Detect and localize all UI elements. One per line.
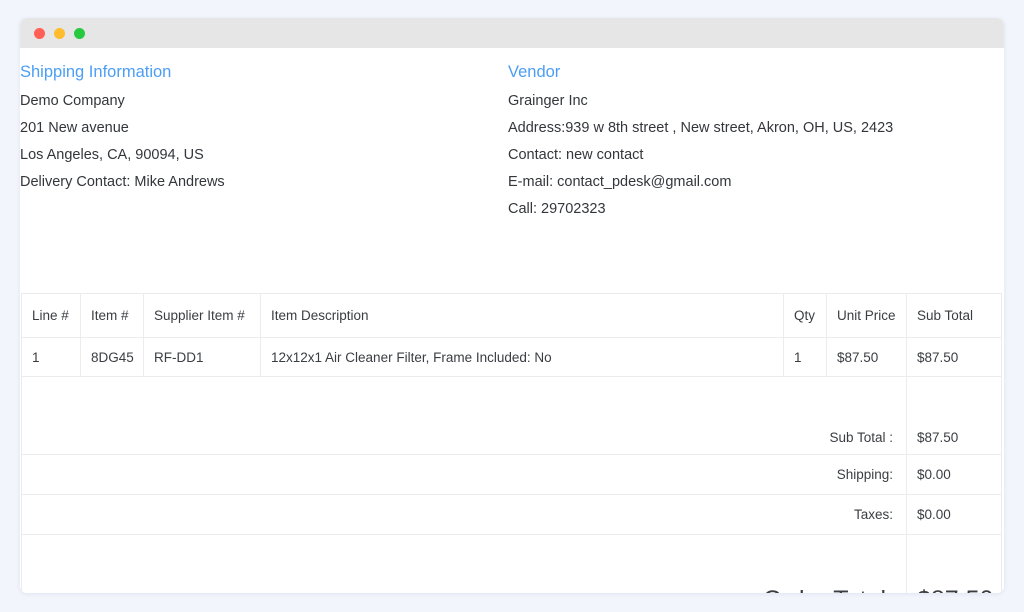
vendor-name: Grainger Inc (508, 88, 893, 115)
column-header-item-number: Item # (81, 294, 144, 338)
shipping-total-label: Shipping: (22, 455, 907, 495)
column-header-qty: Qty (784, 294, 827, 338)
vendor-information-block: Vendor Grainger Inc Address:939 w 8th st… (508, 60, 893, 223)
taxes-total-row: Taxes: $0.00 (22, 495, 1002, 535)
taxes-total-label: Taxes: (22, 495, 907, 535)
line-items-table-body: 1 8DG45 RF-DD1 12x12x1 Air Cleaner Filte… (22, 338, 1002, 594)
order-total-label: Order Total: (22, 535, 907, 594)
vendor-phone: Call: 29702323 (508, 196, 893, 223)
shipping-total-value: $0.00 (907, 455, 1002, 495)
shipping-delivery-contact: Delivery Contact: Mike Andrews (20, 169, 225, 196)
column-header-supplier-item: Supplier Item # (144, 294, 261, 338)
shipping-city-state-zip: Los Angeles, CA, 90094, US (20, 142, 225, 169)
cell-description: 12x12x1 Air Cleaner Filter, Frame Includ… (261, 338, 784, 377)
cell-qty: 1 (784, 338, 827, 377)
vendor-heading: Vendor (508, 60, 893, 84)
taxes-total-value: $0.00 (907, 495, 1002, 535)
order-total-row: Order Total: $87.50 (22, 535, 1002, 594)
vendor-address: Address:939 w 8th street , New street, A… (508, 115, 893, 142)
sub-total-label: Sub Total : (22, 377, 907, 455)
purchase-order-document: Shipping Information Demo Company 201 Ne… (20, 48, 1004, 593)
table-row: 1 8DG45 RF-DD1 12x12x1 Air Cleaner Filte… (22, 338, 1002, 377)
cell-line-number: 1 (22, 338, 81, 377)
purchase-order-window: Shipping Information Demo Company 201 Ne… (20, 18, 1004, 593)
sub-total-value: $87.50 (907, 377, 1002, 455)
table-header-row: Line # Item # Supplier Item # Item Descr… (22, 294, 1002, 338)
shipping-street-address: 201 New avenue (20, 115, 225, 142)
sub-total-row: Sub Total : $87.50 (22, 377, 1002, 455)
line-items-table: Line # Item # Supplier Item # Item Descr… (21, 293, 1002, 593)
shipping-total-row: Shipping: $0.00 (22, 455, 1002, 495)
cell-unit-price: $87.50 (827, 338, 907, 377)
column-header-sub-total: Sub Total (907, 294, 1002, 338)
vendor-email: E-mail: contact_pdesk@gmail.com (508, 169, 893, 196)
order-total-value: $87.50 (907, 535, 1002, 594)
vendor-contact: Contact: new contact (508, 142, 893, 169)
line-items-table-header: Line # Item # Supplier Item # Item Descr… (22, 294, 1002, 338)
minimize-window-button[interactable] (54, 28, 65, 39)
party-information-section: Shipping Information Demo Company 201 Ne… (20, 48, 1004, 275)
shipping-company-name: Demo Company (20, 88, 225, 115)
maximize-window-button[interactable] (74, 28, 85, 39)
cell-supplier-item: RF-DD1 (144, 338, 261, 377)
shipping-information-heading: Shipping Information (20, 60, 225, 84)
column-header-line-number: Line # (22, 294, 81, 338)
window-titlebar (20, 18, 1004, 48)
cell-sub-total: $87.50 (907, 338, 1002, 377)
column-header-unit-price: Unit Price (827, 294, 907, 338)
column-header-description: Item Description (261, 294, 784, 338)
cell-item-number: 8DG45 (81, 338, 144, 377)
shipping-information-block: Shipping Information Demo Company 201 Ne… (20, 60, 225, 196)
close-window-button[interactable] (34, 28, 45, 39)
